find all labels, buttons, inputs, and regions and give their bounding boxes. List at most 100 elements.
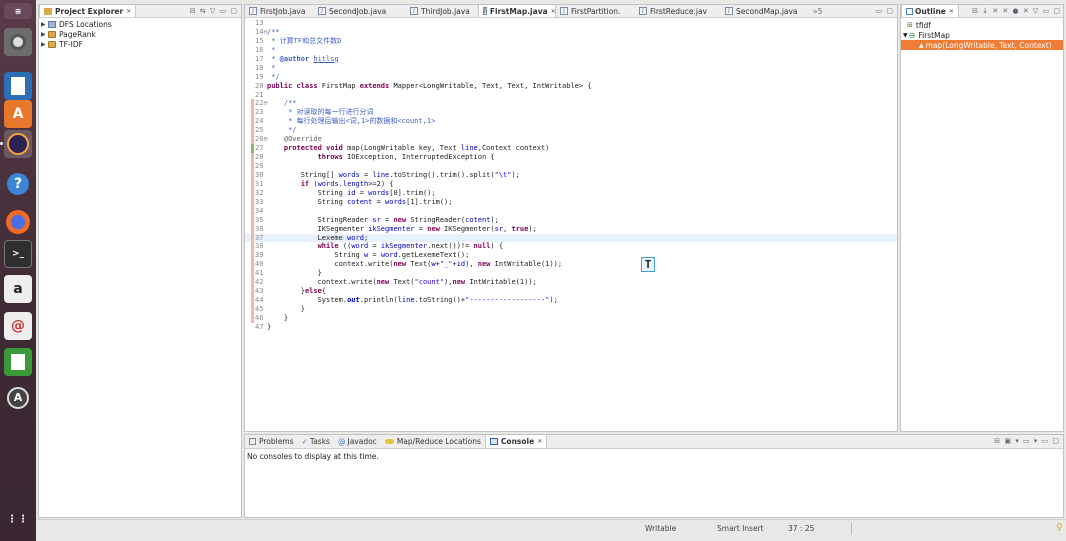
- line-number: 25: [255, 126, 264, 135]
- tab-firstmap[interactable]: J FirstMap.java ✕: [478, 5, 556, 17]
- expand-arrow-icon[interactable]: ▶: [41, 21, 48, 28]
- outline-item-package[interactable]: ⊞ tfidf: [901, 20, 1063, 30]
- tab-map-reduce-locations[interactable]: Map/Reduce Locations: [381, 435, 485, 448]
- tree-item-label: TF-IDF: [59, 39, 83, 49]
- code-line[interactable]: 27 protected void map(LongWritable key, …: [245, 144, 897, 154]
- bottom-panel: Problems ✓ Tasks @ Javadoc Map/Reduce Loca…: [244, 434, 1064, 518]
- close-icon[interactable]: ✕: [126, 8, 131, 15]
- email-icon[interactable]: @: [4, 312, 32, 340]
- writer-icon[interactable]: [4, 72, 32, 100]
- code-line[interactable]: 37 Lexeme word;: [245, 233, 897, 243]
- minimize-maximize-icons[interactable]: ▭ ▢: [876, 7, 894, 15]
- code-line[interactable]: 35 StringReader sr = new StringReader(co…: [245, 215, 897, 225]
- project-folder-icon: [48, 30, 56, 38]
- tab-tasks[interactable]: ✓ Tasks: [298, 435, 334, 448]
- close-icon[interactable]: ✕: [949, 8, 954, 15]
- code-line[interactable]: 18 *: [245, 64, 897, 73]
- change-gutter-marker: [251, 108, 254, 118]
- tab-outline[interactable]: Outline ✕: [901, 5, 959, 17]
- code-editor[interactable]: 13 14⊖/** 15 * 计算TF和总文件数D 16 * 17 * @author …: [245, 19, 897, 431]
- code-line[interactable]: 45 }: [245, 305, 897, 314]
- code-line[interactable]: 36 IKSegmenter ikSegmenter = new IKSegme…: [245, 224, 897, 234]
- close-icon[interactable]: ✕: [537, 438, 542, 445]
- terminal-icon[interactable]: >_: [4, 240, 32, 268]
- change-gutter-marker: [251, 251, 254, 261]
- search-icon[interactable]: ≡: [4, 3, 32, 19]
- software-center-icon[interactable]: A: [4, 100, 32, 128]
- code-line[interactable]: 17 * @author hitlsg: [245, 55, 897, 64]
- code-line[interactable]: 28 throws IOException, InterruptedExcept…: [245, 153, 897, 162]
- view-toolbar-icons[interactable]: ⊟ ⇆ ▽ ▭ ▢: [190, 7, 238, 15]
- change-gutter-marker: [251, 135, 254, 145]
- code-text: /**: [267, 27, 280, 36]
- code-line[interactable]: 32 String id = words[0].trim();: [245, 188, 897, 198]
- code-line[interactable]: 21: [245, 91, 897, 100]
- expand-arrow-icon[interactable]: ▶: [41, 31, 48, 38]
- tree-item-pagerank[interactable]: ▶ PageRank: [39, 29, 241, 39]
- outline-item-map-method[interactable]: ▲ map(LongWritable, Text, Context): [901, 40, 1063, 50]
- code-text: while ((word = ikSegmenter.next())!= nul…: [317, 242, 504, 251]
- code-line[interactable]: 15 * 计算TF和总文件数D: [245, 37, 897, 46]
- code-line[interactable]: 43 }else{: [245, 287, 897, 297]
- code-line[interactable]: 24 * 每行处理后输出<词,1>的数据和<count,1>: [245, 117, 897, 127]
- code-line[interactable]: 30 String[] words = line.toString().trim…: [245, 170, 897, 180]
- code-line[interactable]: 33 String cotent = words[1].trim();: [245, 197, 897, 207]
- code-line[interactable]: 19 */: [245, 73, 897, 82]
- outline-title: Outline: [915, 6, 946, 16]
- tab-firstpartition[interactable]: J FirstPartition.: [556, 5, 635, 17]
- code-line[interactable]: 20 public class FirstMap extends Mapper<L…: [245, 82, 897, 91]
- tab-problems[interactable]: Problems: [245, 435, 298, 448]
- code-line[interactable]: 34: [245, 206, 897, 216]
- code-line[interactable]: 46 }: [245, 313, 897, 323]
- tasks-icon: ✓: [301, 437, 308, 446]
- tab-firstreduce[interactable]: J FirstReduce.jav: [635, 5, 721, 17]
- apps-grid-icon[interactable]: ⋮⋮: [4, 505, 32, 533]
- tab-secondmap[interactable]: J SecondMap.java: [721, 5, 809, 17]
- updater-icon[interactable]: A: [4, 384, 32, 412]
- files-icon[interactable]: [4, 28, 32, 56]
- help-icon[interactable]: ?: [4, 170, 32, 198]
- code-line[interactable]: 23 * 对读取的每一行进行分词: [245, 108, 897, 118]
- tabs-overflow-button[interactable]: »5: [809, 5, 826, 17]
- code-line[interactable]: 41 }: [245, 269, 897, 279]
- close-icon[interactable]: ✕: [551, 8, 556, 15]
- calc-icon[interactable]: [4, 348, 32, 376]
- code-line[interactable]: 14⊖/**: [245, 28, 897, 37]
- tab-thirdjob[interactable]: J ThirdJob.java: [406, 5, 478, 17]
- code-line[interactable]: 16 *: [245, 46, 897, 55]
- change-gutter-marker: [251, 313, 254, 323]
- tab-secondjob[interactable]: J SecondJob.java: [314, 5, 406, 17]
- console-toolbar-icons[interactable]: ⊟ ▣ ▾ ▭ ▾ ▭ ▢: [994, 437, 1060, 445]
- code-line[interactable]: 13: [245, 19, 897, 28]
- code-line[interactable]: 29: [245, 162, 897, 171]
- code-line[interactable]: 42 context.write(new Text("count"),new I…: [245, 278, 897, 288]
- amazon-icon[interactable]: a: [4, 275, 32, 303]
- code-text: String[] words = line.toString().trim().…: [267, 170, 520, 179]
- eclipse-icon[interactable]: [4, 130, 32, 158]
- package-icon: ⊞: [907, 21, 913, 29]
- tab-javadoc[interactable]: @ Javadoc: [334, 435, 381, 448]
- firefox-icon[interactable]: [4, 208, 32, 236]
- tab-firstjob[interactable]: J FirstJob.java: [245, 5, 314, 17]
- tree-item-tf-idf[interactable]: ▶ TF-IDF: [39, 39, 241, 49]
- tab-project-explorer[interactable]: Project Explorer ✕: [39, 5, 137, 17]
- tab-console[interactable]: Console ✕: [484, 435, 548, 448]
- code-line[interactable]: 25 */: [245, 126, 897, 136]
- expand-arrow-icon[interactable]: ▶: [41, 41, 48, 48]
- tab-label: Map/Reduce Locations: [396, 437, 481, 446]
- expand-arrow-icon[interactable]: ▼: [903, 32, 908, 39]
- code-line[interactable]: 39 String w = word.getLexemeText();: [245, 251, 897, 261]
- code-line[interactable]: 38 while ((word = ikSegmenter.next())!= …: [245, 242, 897, 252]
- code-line[interactable]: 44 System.out.println(line.toString()+"-…: [245, 296, 897, 305]
- tree-item-dfs-locations[interactable]: ▶ DFS Locations: [39, 19, 241, 29]
- change-gutter-marker: [251, 179, 254, 189]
- code-line[interactable]: 47}: [245, 323, 897, 332]
- outline-item-class[interactable]: ▼ ⊖ FirstMap: [901, 30, 1063, 40]
- lightbulb-icon[interactable]: ♀: [1056, 523, 1063, 533]
- outline-toolbar-icons[interactable]: ⊟ ↓ ✕ ✕ ● ✕ ▽ ▭ ▢: [972, 7, 1061, 15]
- code-line[interactable]: 31 if (words.length>=2) {: [245, 179, 897, 189]
- line-number: 32: [255, 188, 264, 197]
- change-gutter-marker: [251, 269, 254, 279]
- code-line[interactable]: 26⊖ @Override: [245, 135, 897, 145]
- code-line[interactable]: 40 context.write(new Text(w+"_"+id), new…: [245, 260, 897, 270]
